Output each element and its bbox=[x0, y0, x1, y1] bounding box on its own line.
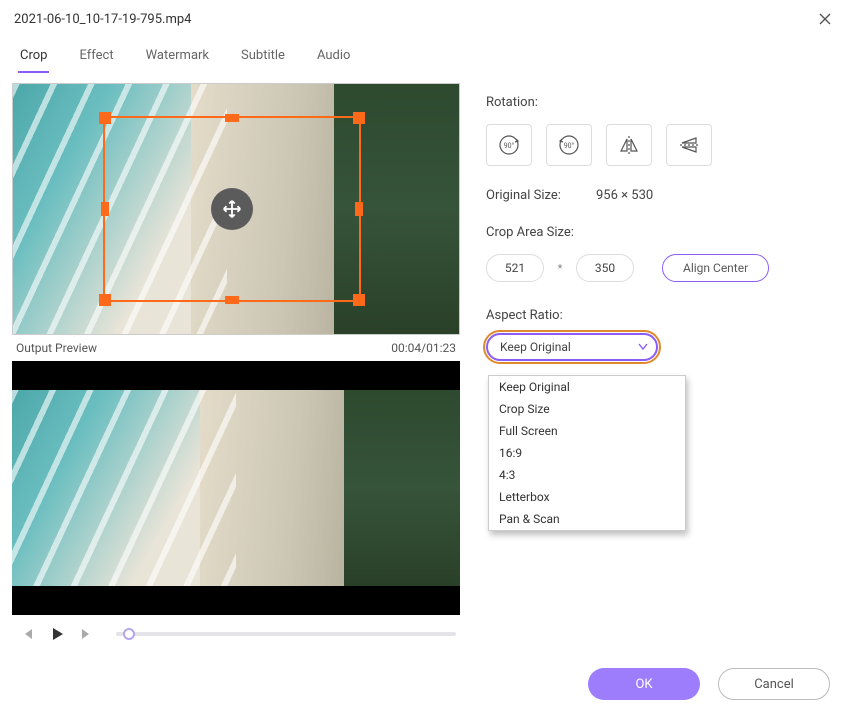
crop-rectangle[interactable] bbox=[103, 116, 361, 302]
crop-handle-w[interactable] bbox=[101, 202, 109, 216]
playback-time: 00:04/01:23 bbox=[391, 341, 456, 355]
flip-horizontal-button[interactable] bbox=[606, 124, 652, 166]
aspect-ratio-label: Aspect Ratio: bbox=[486, 308, 824, 323]
aspect-option-keep-original[interactable]: Keep Original bbox=[489, 376, 685, 398]
prev-frame-icon bbox=[20, 627, 34, 641]
align-center-button[interactable]: Align Center bbox=[662, 254, 769, 282]
crop-handle-nw[interactable] bbox=[99, 112, 111, 124]
aspect-option-4-3[interactable]: 4:3 bbox=[489, 464, 685, 486]
flip-vertical-button[interactable] bbox=[666, 124, 712, 166]
svg-text:90°: 90° bbox=[564, 142, 575, 150]
slider-knob[interactable] bbox=[123, 628, 135, 640]
title-bar: 2021-06-10_10-17-19-795.mp4 bbox=[0, 0, 850, 32]
close-button[interactable] bbox=[814, 8, 836, 30]
original-size-label: Original Size: bbox=[486, 188, 584, 203]
crop-handle-s[interactable] bbox=[225, 296, 239, 304]
crop-handle-ne[interactable] bbox=[353, 112, 365, 124]
move-handle[interactable] bbox=[211, 188, 253, 230]
tab-audio[interactable]: Audio bbox=[315, 42, 352, 73]
aspect-option-crop-size[interactable]: Crop Size bbox=[489, 398, 685, 420]
close-icon bbox=[819, 13, 831, 25]
crop-handle-n[interactable] bbox=[225, 114, 239, 122]
rotate-ccw-button[interactable]: 90° bbox=[546, 124, 592, 166]
crop-width-input[interactable] bbox=[486, 254, 544, 282]
rotate-ccw-icon: 90° bbox=[556, 132, 582, 158]
window-title: 2021-06-10_10-17-19-795.mp4 bbox=[14, 12, 191, 27]
crop-handle-se[interactable] bbox=[353, 294, 365, 306]
tab-watermark[interactable]: Watermark bbox=[144, 42, 211, 73]
prev-frame-button[interactable] bbox=[16, 623, 38, 645]
crop-preview[interactable] bbox=[12, 83, 460, 335]
play-button[interactable] bbox=[46, 623, 68, 645]
tab-effect[interactable]: Effect bbox=[77, 42, 115, 73]
tab-bar: Crop Effect Watermark Subtitle Audio bbox=[0, 32, 850, 73]
aspect-ratio-dropdown: Keep Original Crop Size Full Screen 16:9… bbox=[488, 375, 686, 531]
aspect-option-16-9[interactable]: 16:9 bbox=[489, 442, 685, 464]
aspect-ratio-select[interactable]: Keep Original bbox=[486, 333, 658, 361]
crop-handle-e[interactable] bbox=[355, 202, 363, 216]
aspect-ratio-selected: Keep Original bbox=[500, 340, 571, 354]
ok-button[interactable]: OK bbox=[588, 668, 700, 700]
aspect-option-full-screen[interactable]: Full Screen bbox=[489, 420, 685, 442]
rotate-cw-button[interactable]: 90° bbox=[486, 124, 532, 166]
crop-height-input[interactable] bbox=[576, 254, 634, 282]
playback-slider[interactable] bbox=[116, 632, 456, 636]
dimension-separator: * bbox=[556, 262, 564, 275]
flip-vertical-icon bbox=[676, 132, 702, 158]
move-icon bbox=[221, 198, 243, 220]
flip-horizontal-icon bbox=[616, 132, 642, 158]
output-frame bbox=[12, 390, 460, 586]
original-size-value: 956 × 530 bbox=[596, 188, 653, 203]
playback-controls bbox=[12, 615, 460, 653]
output-preview-label: Output Preview bbox=[16, 341, 97, 355]
rotate-cw-icon: 90° bbox=[496, 132, 522, 158]
cancel-button[interactable]: Cancel bbox=[718, 668, 830, 700]
next-frame-button[interactable] bbox=[76, 623, 98, 645]
rotation-label: Rotation: bbox=[486, 95, 824, 110]
tab-crop[interactable]: Crop bbox=[18, 42, 49, 73]
svg-text:90°: 90° bbox=[504, 142, 515, 150]
next-frame-icon bbox=[80, 627, 94, 641]
play-icon bbox=[49, 626, 65, 642]
chevron-down-icon bbox=[638, 343, 648, 351]
crop-handle-sw[interactable] bbox=[99, 294, 111, 306]
aspect-option-letterbox[interactable]: Letterbox bbox=[489, 486, 685, 508]
tab-subtitle[interactable]: Subtitle bbox=[239, 42, 287, 73]
crop-area-label: Crop Area Size: bbox=[486, 225, 824, 240]
output-preview bbox=[12, 361, 460, 615]
aspect-option-pan-scan[interactable]: Pan & Scan bbox=[489, 508, 685, 530]
